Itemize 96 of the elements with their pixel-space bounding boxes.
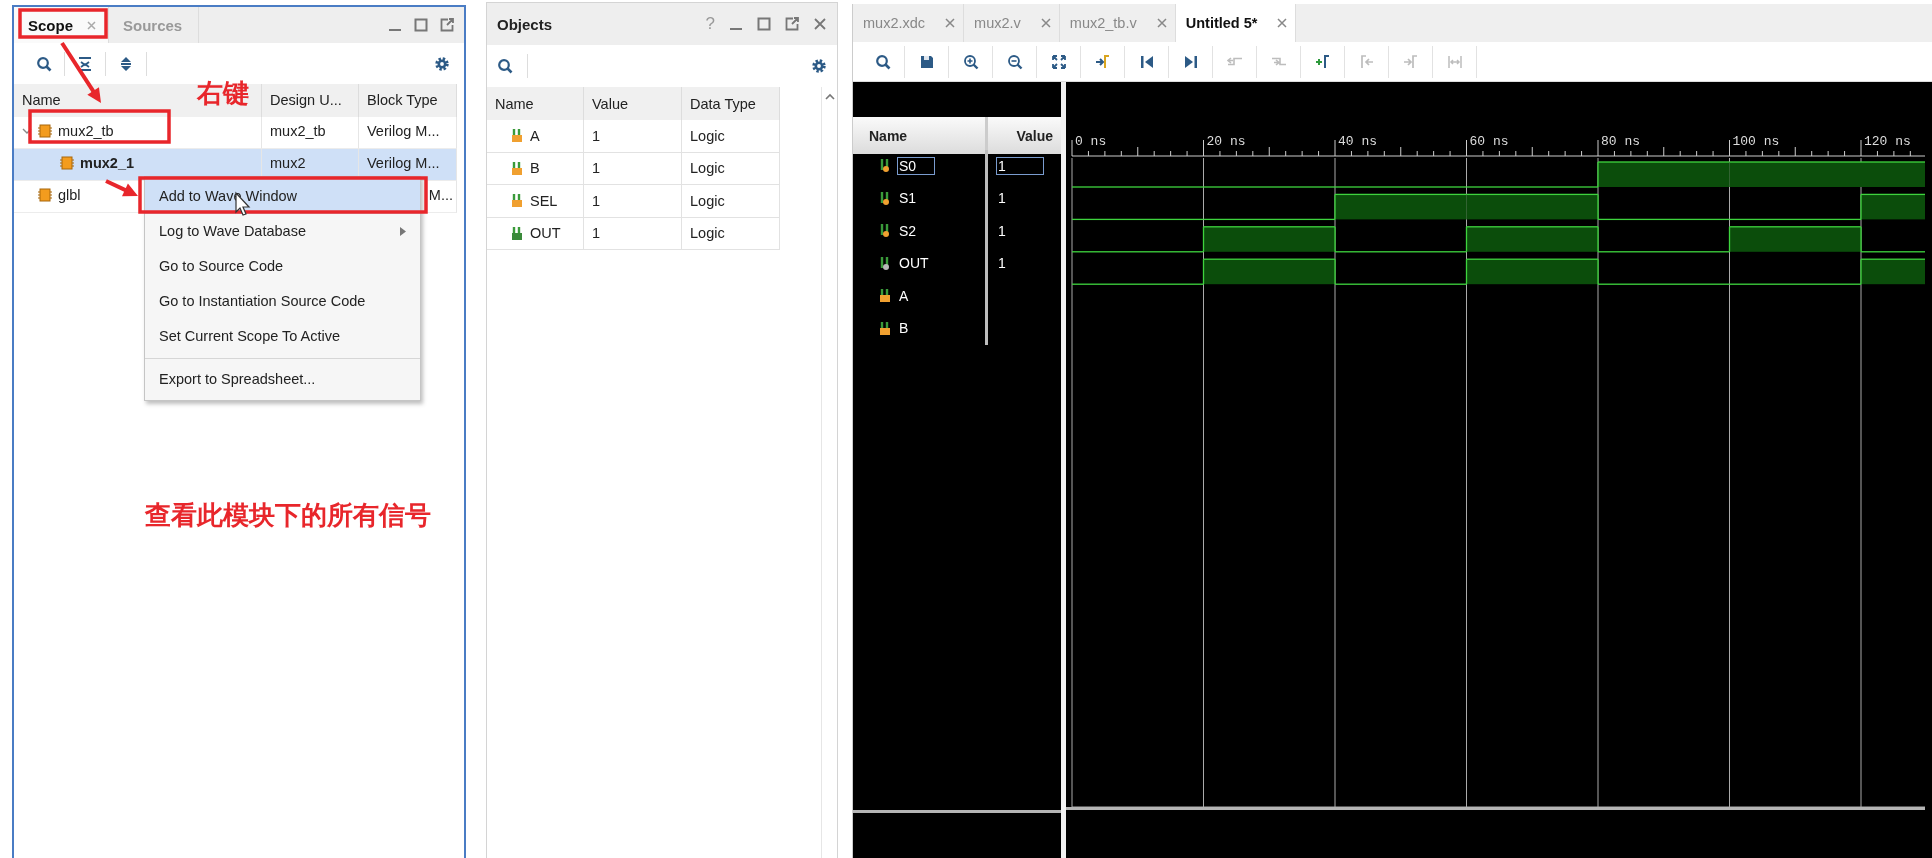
- tree-item-label: mux2_tb: [58, 122, 114, 139]
- table-cell: Logic: [682, 120, 780, 153]
- table-cell: Logic: [682, 152, 780, 185]
- time-label: 100 ns: [1732, 134, 1780, 149]
- object-name: SEL: [530, 192, 558, 209]
- table-cell: 1: [584, 120, 682, 153]
- annotation-text: 右键: [197, 77, 249, 110]
- table-cell: 1: [584, 217, 682, 250]
- swap-cursors-icon: [1446, 53, 1463, 70]
- arrow: [105, 179, 138, 197]
- column-header[interactable]: Name: [853, 117, 988, 154]
- save-icon: [918, 53, 935, 70]
- maximize-icon[interactable]: [414, 18, 428, 32]
- column-header[interactable]: Name: [487, 87, 584, 120]
- signal-icon: [879, 190, 891, 206]
- search-icon: [874, 53, 891, 70]
- column-header[interactable]: Value: [584, 87, 682, 120]
- signal-icon: [879, 320, 891, 336]
- signal-name[interactable]: OUT: [895, 252, 937, 275]
- maximize-icon[interactable]: [757, 17, 771, 31]
- table-cell: Logic: [682, 185, 780, 218]
- next-transition-icon: [1270, 57, 1287, 66]
- time-label: 80 ns: [1601, 134, 1640, 149]
- settings-icon[interactable]: [811, 58, 827, 74]
- signal-icon: [511, 225, 523, 241]
- signal-name[interactable]: S1: [895, 187, 937, 210]
- arrow: [60, 41, 101, 103]
- signal-name[interactable]: A: [895, 284, 937, 307]
- go-to-cursor-icon: [1094, 53, 1111, 70]
- signal-name[interactable]: S2: [895, 219, 937, 242]
- collapse-all-icon[interactable]: [77, 55, 93, 72]
- panel-title: Objects: [497, 15, 553, 33]
- previous-transition-icon: [1226, 57, 1243, 66]
- close-icon[interactable]: [945, 18, 956, 28]
- menu-item[interactable]: Set Current Scope To Active: [145, 318, 420, 354]
- menu-item[interactable]: Go to Instantiation Source Code: [145, 283, 420, 319]
- column-header[interactable]: Data Type: [682, 87, 780, 120]
- close-icon[interactable]: [1156, 18, 1167, 28]
- close-icon[interactable]: [87, 20, 96, 30]
- signal-icon: [879, 288, 891, 304]
- signal-icon: [511, 160, 523, 176]
- table-cell: Logic: [682, 217, 780, 250]
- signal-icon: [879, 158, 891, 174]
- table-cell: Verilog M...: [359, 149, 457, 181]
- time-label: 60 ns: [1469, 134, 1509, 149]
- module-icon: [38, 186, 52, 203]
- next-marker-icon: [1402, 53, 1419, 70]
- tree-item-label: glbl: [58, 186, 81, 203]
- annotation-text: 查看此模块下的所有信号: [145, 499, 431, 532]
- close-icon[interactable]: [1277, 18, 1288, 28]
- signal-icon: [879, 223, 891, 239]
- module-icon: [60, 154, 74, 171]
- tree-item[interactable]: mux2_1: [14, 149, 262, 181]
- table-cell: 1: [584, 152, 682, 185]
- module-icon: [38, 122, 52, 139]
- signal-icon: [511, 128, 523, 144]
- go-to-end-icon: [1182, 53, 1199, 70]
- signal-value: 1: [994, 154, 1046, 177]
- time-label: 120 ns: [1864, 134, 1911, 149]
- signal-icon: [879, 255, 891, 271]
- signal-icon: [511, 193, 523, 209]
- zoom-fit-icon: [1050, 53, 1067, 70]
- signal-value: 1: [997, 254, 1007, 274]
- time-label: 0 ns: [1075, 134, 1107, 149]
- previous-marker-icon: [1358, 53, 1375, 70]
- time-label: 40 ns: [1338, 134, 1377, 149]
- signal-name[interactable]: S0: [895, 154, 937, 177]
- menu-item[interactable]: Go to Source Code: [145, 248, 420, 284]
- menu-item[interactable]: Log to Wave Database: [145, 213, 420, 249]
- signal-value: 1: [997, 221, 1007, 241]
- column-header[interactable]: Name: [22, 91, 61, 108]
- signal-name[interactable]: B: [895, 317, 937, 340]
- time-label: 20 ns: [1206, 134, 1246, 149]
- add-marker-icon: [1314, 53, 1331, 70]
- search-icon[interactable]: [36, 55, 52, 72]
- zoom-out-icon: [1006, 53, 1023, 70]
- menu-item[interactable]: Export to Spreadsheet...: [145, 357, 420, 396]
- object-name: A: [530, 127, 540, 144]
- go-to-start-icon: [1138, 53, 1155, 70]
- scroll-up-icon[interactable]: [824, 93, 835, 100]
- object-name: OUT: [530, 225, 561, 242]
- close-icon[interactable]: [813, 17, 827, 31]
- submenu-arrow-icon: [400, 226, 406, 236]
- object-name: B: [530, 160, 540, 177]
- tree-item-label: mux2_1: [80, 154, 134, 171]
- editor-tab[interactable]: Untitled 5*: [1175, 4, 1297, 42]
- settings-icon[interactable]: [434, 55, 450, 72]
- expand-icon[interactable]: [118, 55, 134, 72]
- float-icon[interactable]: [785, 17, 799, 31]
- search-icon[interactable]: [497, 58, 513, 74]
- zoom-in-icon: [962, 53, 979, 70]
- float-icon[interactable]: [440, 18, 454, 32]
- close-icon[interactable]: [1040, 18, 1051, 28]
- column-header[interactable]: Value: [988, 117, 1061, 154]
- signal-value: 1: [997, 189, 1007, 209]
- table-cell: 1: [584, 185, 682, 218]
